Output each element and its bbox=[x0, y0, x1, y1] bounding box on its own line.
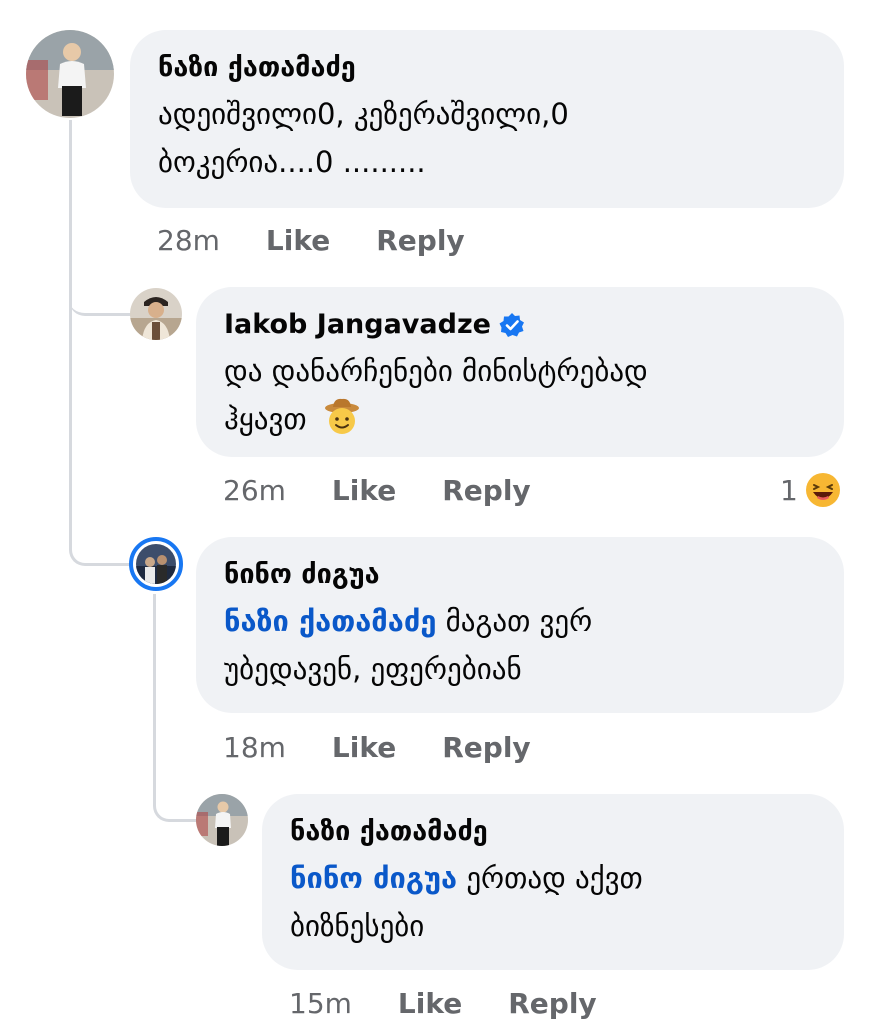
comment-author[interactable]: ნინო ძიგუა bbox=[224, 557, 820, 593]
comment-actions: 15m Like Reply bbox=[289, 983, 597, 1023]
comment-text-line-2: ჰყავთ bbox=[224, 393, 820, 445]
comment-bubble: ნაზი ქათამაძე ნინო ძიგუა ერთად აქვთ ბიზნ… bbox=[262, 794, 844, 970]
like-button[interactable]: Like bbox=[398, 987, 462, 1020]
avatar-photo-icon bbox=[136, 544, 176, 584]
reply-button[interactable]: Reply bbox=[442, 731, 530, 764]
like-button[interactable]: Like bbox=[332, 731, 396, 764]
author-name[interactable]: ნაზი ქათამაძე bbox=[158, 50, 356, 86]
avatar-photo-icon bbox=[196, 794, 248, 846]
like-button[interactable]: Like bbox=[266, 224, 330, 257]
comment-actions: 26m Like Reply bbox=[223, 470, 531, 510]
comment-text-fragment: ჰყავთ bbox=[224, 402, 307, 436]
comment-text: ნაზი ქათამაძე მაგათ ვერ უბედავენ, ეფერებ… bbox=[224, 595, 820, 695]
reply-button[interactable]: Reply bbox=[376, 224, 464, 257]
comment-bubble: Iakob Jangavadze და დანარჩენები მინისტრე… bbox=[196, 287, 844, 457]
comment-author[interactable]: Iakob Jangavadze bbox=[224, 307, 820, 343]
avatar[interactable] bbox=[130, 288, 182, 340]
avatar[interactable] bbox=[196, 794, 248, 846]
thread-hook-reply-3 bbox=[153, 770, 197, 822]
cowboy-face-emoji-icon bbox=[324, 398, 359, 434]
comment-text-line: ნინო ძიგუა ერთად აქვთ bbox=[290, 852, 820, 904]
comment-author[interactable]: ნაზი ქათამაძე bbox=[158, 50, 820, 86]
reply-button[interactable]: Reply bbox=[508, 987, 596, 1020]
comment-text: და დანარჩენები მინისტრებად ჰყავთ bbox=[224, 345, 820, 445]
comment-timestamp[interactable]: 28m bbox=[157, 224, 220, 257]
comment-timestamp[interactable]: 15m bbox=[289, 987, 352, 1020]
thread-line-main bbox=[69, 120, 72, 520]
comment-author[interactable]: ნაზი ქათამაძე bbox=[290, 814, 820, 850]
comment-actions: 28m Like Reply bbox=[157, 220, 465, 260]
comment-text: ნინო ძიგუა ერთად აქვთ ბიზნესები bbox=[290, 852, 820, 952]
reply-button[interactable]: Reply bbox=[442, 474, 530, 507]
comment-text-line: ბოკერია....0 ......... bbox=[158, 145, 426, 179]
thread-hook-reply-1 bbox=[69, 270, 131, 316]
comment-text-fragment: მაგათ ვერ bbox=[445, 604, 593, 638]
avatar-with-story-ring[interactable] bbox=[129, 537, 183, 591]
like-button[interactable]: Like bbox=[332, 474, 396, 507]
thread-hook-reply-2 bbox=[69, 500, 131, 566]
comment-text-line: უბედავენ, ეფერებიან bbox=[224, 652, 522, 686]
thread-line-sub bbox=[153, 594, 156, 784]
avatar-photo-icon bbox=[26, 30, 114, 118]
comment-text-line: და დანარჩენები მინისტრებად bbox=[224, 354, 648, 388]
mention-link[interactable]: ნაზი ქათამაძე bbox=[224, 604, 436, 638]
comment-timestamp[interactable]: 26m bbox=[223, 474, 286, 507]
comment-text-line: ბიზნესები bbox=[290, 909, 425, 943]
author-name[interactable]: ნაზი ქათამაძე bbox=[290, 814, 488, 850]
avatar[interactable] bbox=[26, 30, 114, 118]
comment-thread: ნაზი ქათამაძე ადეიშვილი0, კეზერაშვილი,0 … bbox=[0, 0, 871, 1024]
author-name[interactable]: ნინო ძიგუა bbox=[224, 557, 380, 593]
reaction-count: 1 bbox=[780, 473, 798, 507]
reaction-summary[interactable]: 1 bbox=[780, 470, 842, 510]
mention-link[interactable]: ნინო ძიგუა bbox=[290, 861, 457, 895]
author-name[interactable]: Iakob Jangavadze bbox=[224, 307, 491, 343]
comment-text: ადეიშვილი0, კეზერაშვილი,0 ბოკერია....0 .… bbox=[158, 88, 820, 188]
comment-bubble: ნინო ძიგუა ნაზი ქათამაძე მაგათ ვერ უბედა… bbox=[196, 537, 844, 713]
comment-text-fragment: ერთად აქვთ bbox=[466, 861, 643, 895]
comment-actions: 18m Like Reply bbox=[223, 727, 531, 767]
verified-badge-icon bbox=[499, 313, 524, 337]
comment-bubble: ნაზი ქათამაძე ადეიშვილი0, კეზერაშვილი,0 … bbox=[130, 30, 844, 208]
comment-timestamp[interactable]: 18m bbox=[223, 731, 286, 764]
laughing-face-emoji-icon bbox=[805, 473, 840, 507]
comment-text-line: ნაზი ქათამაძე მაგათ ვერ bbox=[224, 595, 820, 647]
comment-text-line: ადეიშვილი0, კეზერაშვილი,0 bbox=[158, 97, 569, 131]
avatar-photo-icon bbox=[130, 288, 182, 340]
